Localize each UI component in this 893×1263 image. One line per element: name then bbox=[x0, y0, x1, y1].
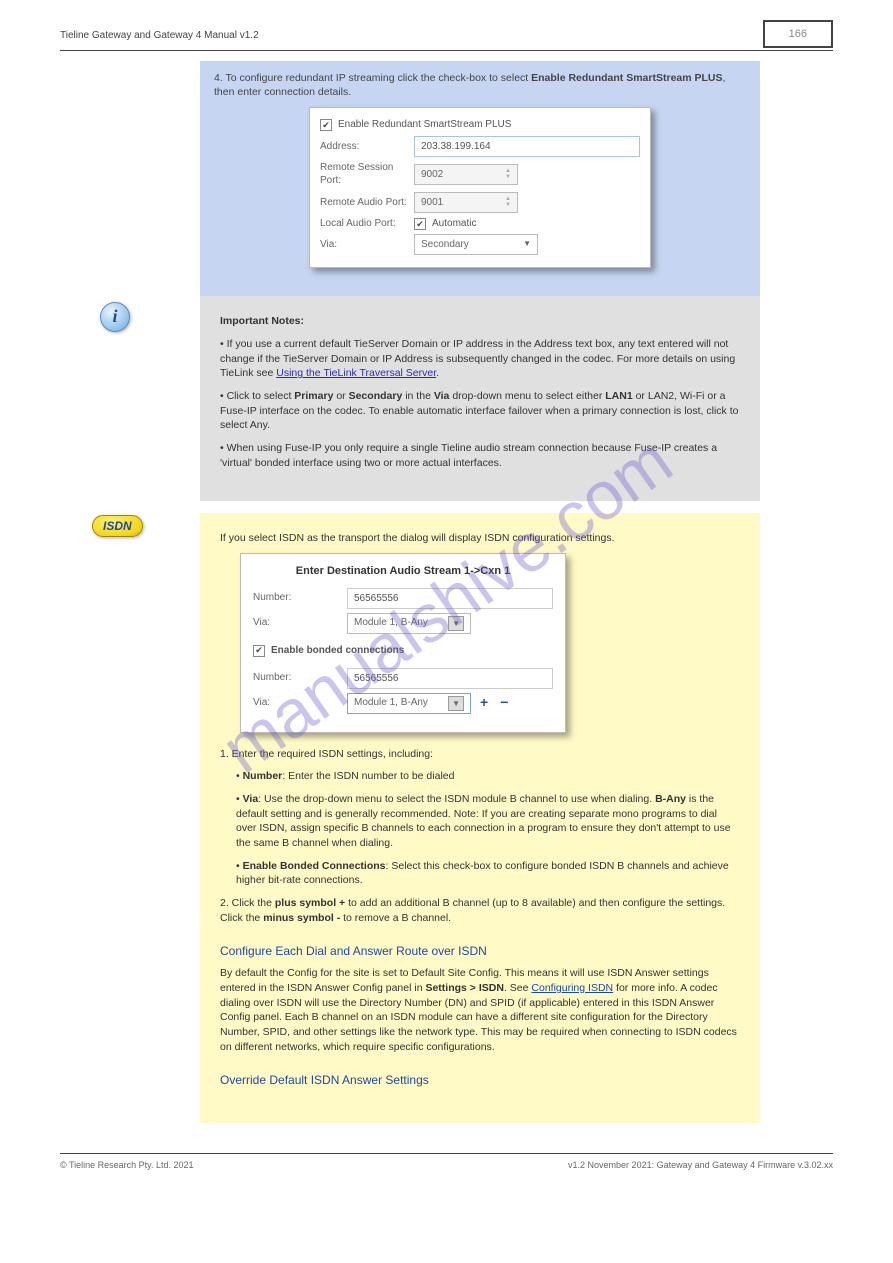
footer: © Tieline Research Pty. Ltd. 2021 v1.2 N… bbox=[60, 1153, 833, 1170]
chevron-down-icon: ▼ bbox=[448, 616, 464, 631]
via-value-1: Module 1, B-Any bbox=[354, 616, 428, 630]
manual-title: Tieline Gateway and Gateway 4 Manual v1.… bbox=[60, 30, 259, 41]
li2a: Via bbox=[243, 793, 259, 805]
info-icon: i bbox=[100, 302, 130, 332]
session-port-input[interactable]: 9002 ▲▼ bbox=[414, 164, 518, 185]
note2i: or bbox=[636, 390, 645, 402]
p2a: 2. Click the bbox=[220, 897, 272, 909]
address-label: Address: bbox=[320, 140, 408, 154]
isdn-badge: ISDN bbox=[92, 515, 143, 537]
number-input-2[interactable]: 56565556 bbox=[347, 668, 553, 689]
configuring-isdn-link[interactable]: Configuring ISDN bbox=[531, 982, 613, 994]
note2a: Click to select bbox=[227, 390, 292, 402]
subhead-2: Override Default ISDN Answer Settings bbox=[220, 1072, 740, 1089]
via-label-2: Via: bbox=[253, 696, 341, 710]
spinner-icon[interactable]: ▲▼ bbox=[505, 197, 511, 208]
note2h: LAN1 bbox=[605, 390, 632, 402]
header-rule bbox=[60, 50, 833, 51]
important-notes-panel: Important Notes: • If you use a current … bbox=[200, 296, 760, 500]
version: v1.2 November 2021: Gateway and Gateway … bbox=[568, 1160, 833, 1170]
local-port-label: Local Audio Port: bbox=[320, 217, 408, 231]
minus-text: minus symbol - bbox=[263, 912, 340, 924]
enable-redundant-label: Enable Redundant SmartStream PLUS bbox=[338, 118, 511, 132]
li2b: : Use the drop-down menu to select the I… bbox=[258, 793, 652, 805]
li1a: Number bbox=[243, 770, 283, 782]
note2f: Via bbox=[434, 390, 450, 402]
via-label-1: Via: bbox=[253, 616, 341, 630]
note2c: or bbox=[336, 390, 345, 402]
number-label-1: Number: bbox=[253, 591, 341, 605]
audio-port-value: 9001 bbox=[421, 196, 443, 210]
copyright: © Tieline Research Pty. Ltd. 2021 bbox=[60, 1160, 194, 1170]
via-dropdown-2[interactable]: Module 1, B-Any ▼ bbox=[347, 693, 471, 714]
notes-title: Important Notes: bbox=[220, 315, 304, 327]
note2g: drop-down menu to select either bbox=[452, 390, 602, 402]
li2c: B-Any bbox=[655, 793, 686, 805]
p3c: . See bbox=[504, 982, 529, 994]
via-dropdown-1[interactable]: Module 1, B-Any ▼ bbox=[347, 613, 471, 634]
bonded-label: Enable bonded connections bbox=[271, 644, 404, 658]
automatic-label: Automatic bbox=[432, 217, 476, 231]
spinner-icon[interactable]: ▲▼ bbox=[505, 169, 511, 180]
enable-redundant-checkbox[interactable]: ✔ bbox=[320, 119, 332, 131]
via-value-2: Module 1, B-Any bbox=[354, 696, 428, 710]
bonded-checkbox[interactable]: ✔ bbox=[253, 645, 265, 657]
isdn-panel: If you select ISDN as the transport the … bbox=[200, 513, 760, 1124]
note-1-end: . bbox=[436, 367, 439, 379]
isdn-dialog-title: Enter Destination Audio Stream 1->Cxn 1 bbox=[253, 564, 553, 579]
chevron-down-icon: ▼ bbox=[448, 696, 464, 711]
blue-panel: 4. To configure redundant IP streaming c… bbox=[200, 61, 760, 296]
smartstream-form: ✔ Enable Redundant SmartStream PLUS Addr… bbox=[309, 107, 651, 268]
session-port-label: Remote Session Port: bbox=[320, 161, 408, 188]
chevron-down-icon: ▼ bbox=[523, 239, 531, 250]
add-channel-button[interactable]: + bbox=[477, 693, 491, 713]
isdn-intro: If you select ISDN as the transport the … bbox=[220, 531, 740, 546]
via-value: Secondary bbox=[421, 238, 469, 252]
number-input-1[interactable]: 56565556 bbox=[347, 588, 553, 609]
blue-text-1: 4. To configure redundant IP streaming c… bbox=[214, 72, 528, 84]
remove-channel-button[interactable]: − bbox=[497, 693, 511, 713]
page-number-box: 166 bbox=[763, 20, 833, 48]
note2e: in the bbox=[405, 390, 431, 402]
li3a: Enable Bonded Connections bbox=[243, 860, 386, 872]
note3: When using Fuse-IP you only require a si… bbox=[220, 442, 717, 469]
li1b: : Enter the ISDN number to be dialed bbox=[282, 770, 454, 782]
p2c: to remove a B channel. bbox=[343, 912, 451, 924]
address-input[interactable]: 203.38.199.164 bbox=[414, 136, 640, 157]
note2b: Primary bbox=[294, 390, 333, 402]
blue-text-1b: Enable Redundant SmartStream PLUS bbox=[531, 72, 722, 84]
subhead-1: Configure Each Dial and Answer Route ove… bbox=[220, 943, 740, 960]
p3b: Settings > ISDN bbox=[425, 982, 503, 994]
plus-text: plus symbol + bbox=[275, 897, 345, 909]
isdn-form: Enter Destination Audio Stream 1->Cxn 1 … bbox=[240, 553, 566, 732]
via-dropdown[interactable]: Secondary ▼ bbox=[414, 234, 538, 255]
audio-port-label: Remote Audio Port: bbox=[320, 196, 408, 210]
number-label-2: Number: bbox=[253, 671, 341, 685]
tielink-link[interactable]: Using the TieLink Traversal Server bbox=[276, 367, 436, 379]
automatic-checkbox[interactable]: ✔ bbox=[414, 218, 426, 230]
note2d: Secondary bbox=[349, 390, 403, 402]
list-intro: 1. Enter the required ISDN settings, inc… bbox=[220, 747, 740, 762]
session-port-value: 9002 bbox=[421, 168, 443, 182]
via-label: Via: bbox=[320, 238, 408, 252]
audio-port-input[interactable]: 9001 ▲▼ bbox=[414, 192, 518, 213]
